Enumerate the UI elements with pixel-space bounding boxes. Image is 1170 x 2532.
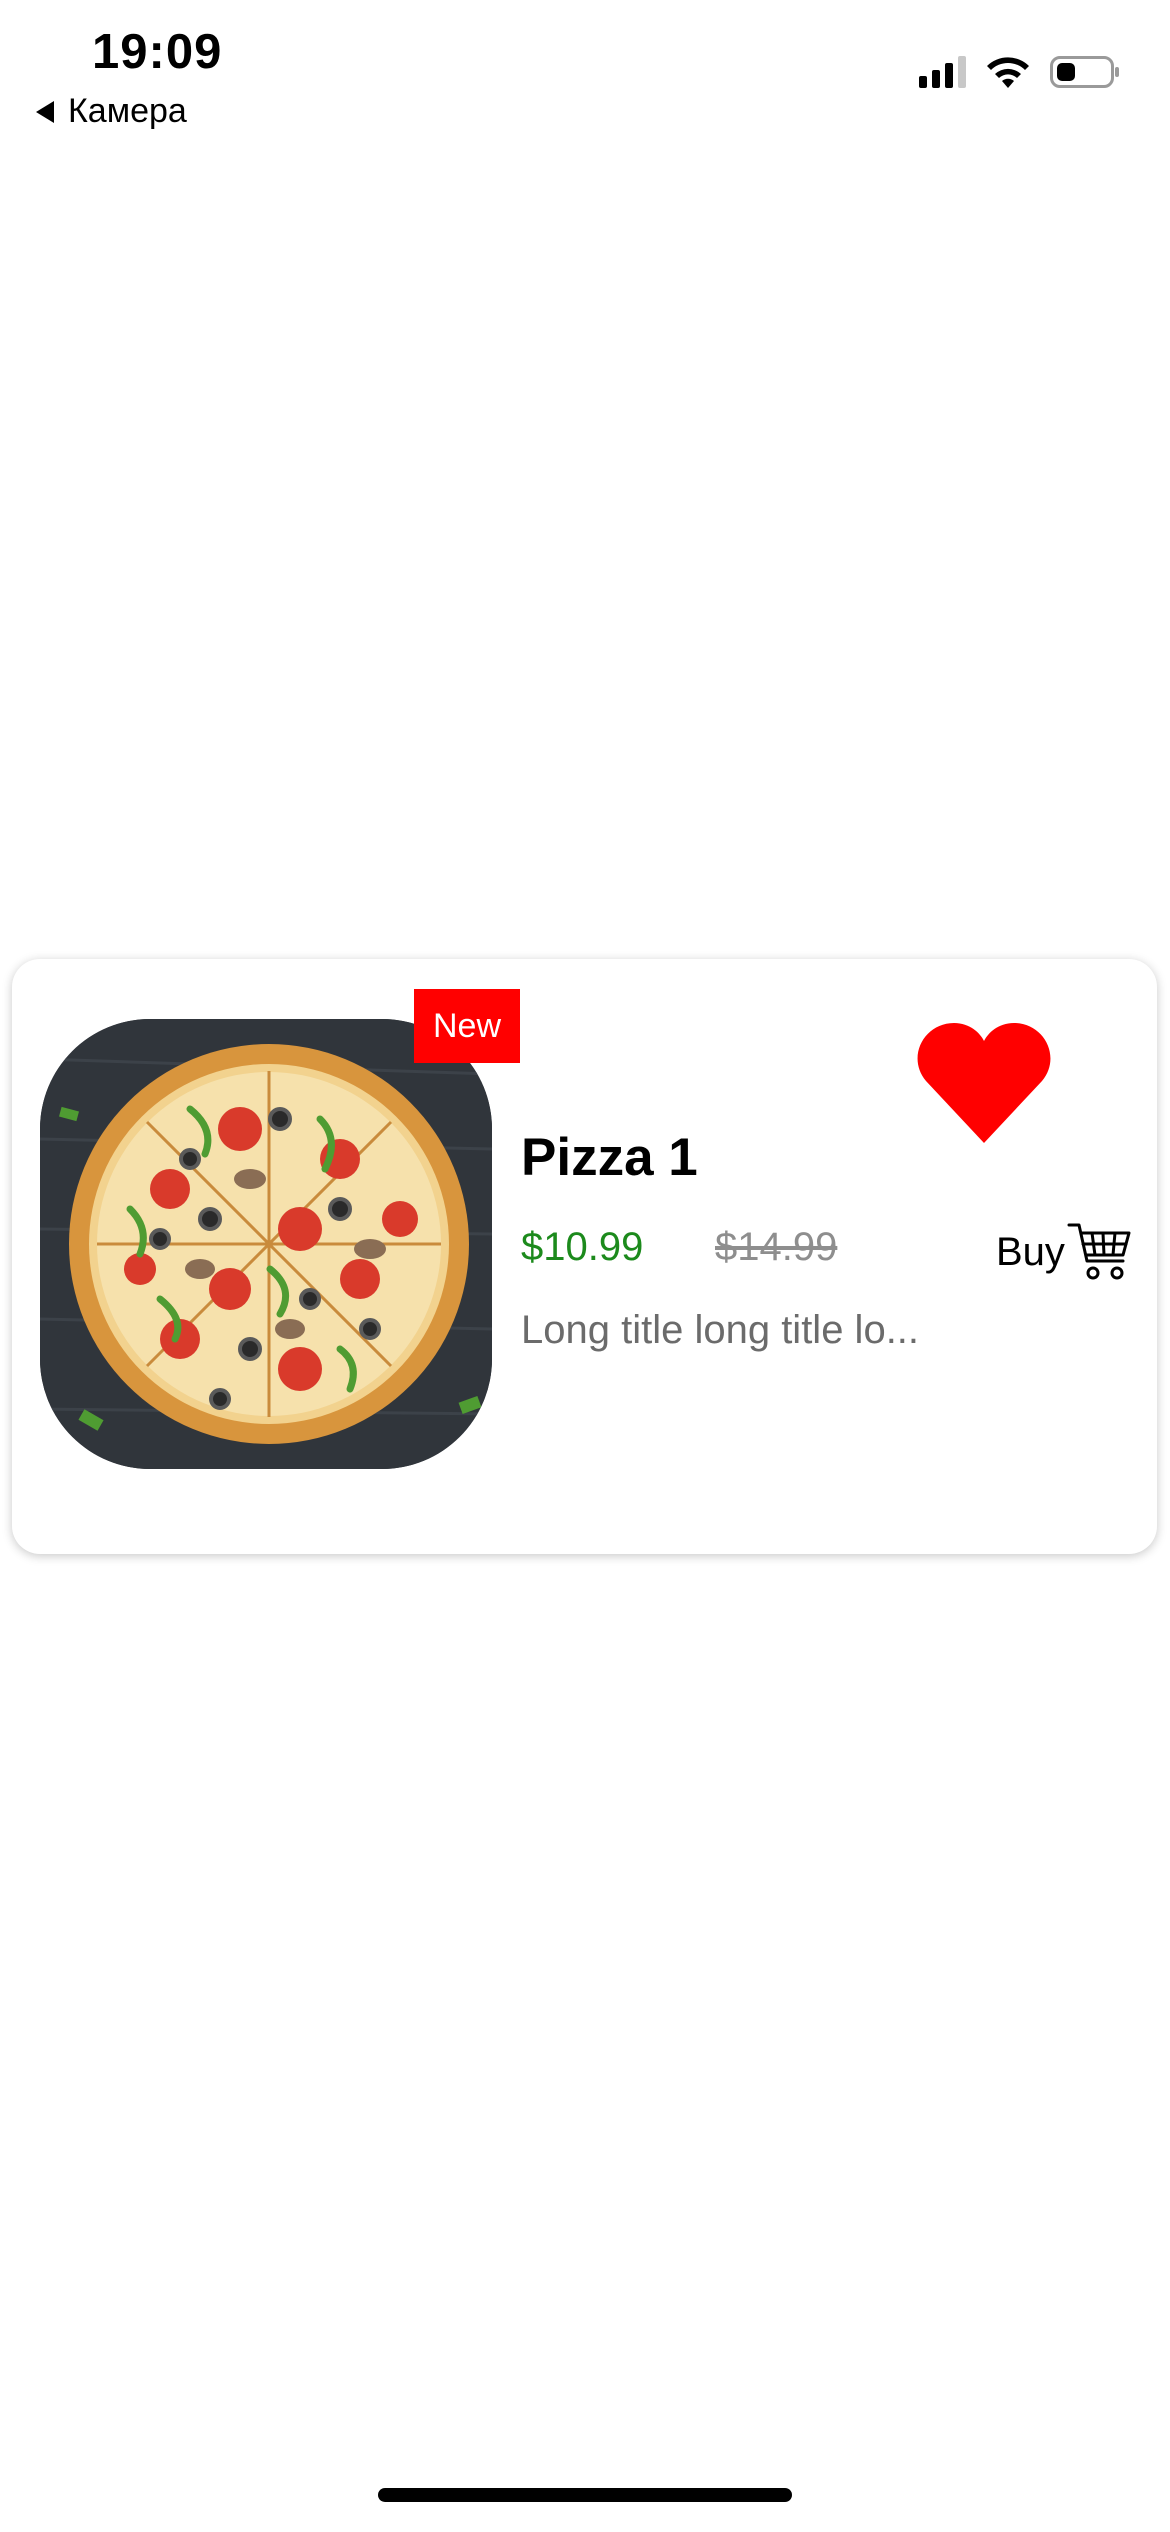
product-card[interactable]: New Pizza 1 $10.99 $14.99 Long title lon… xyxy=(12,959,1157,1554)
back-to-camera-link[interactable]: Камера xyxy=(36,92,187,131)
buy-label: Buy xyxy=(996,1229,1065,1274)
battery-level xyxy=(1057,63,1076,81)
current-price: $10.99 xyxy=(521,1225,644,1269)
cellular-signal-icon xyxy=(919,56,966,88)
product-title: Pizza 1 xyxy=(521,1128,698,1187)
status-time: 19:09 xyxy=(92,25,223,79)
back-arrow-icon xyxy=(36,100,54,123)
pizza-image xyxy=(40,1019,492,1469)
new-badge: New xyxy=(414,989,520,1063)
heart-icon[interactable] xyxy=(916,1019,1052,1147)
status-icons xyxy=(919,54,1119,90)
battery-icon xyxy=(1050,56,1119,88)
product-description: Long title long title lo... xyxy=(521,1308,920,1352)
old-price: $14.99 xyxy=(715,1225,838,1269)
buy-button[interactable]: Buy xyxy=(996,1221,1133,1283)
home-indicator[interactable] xyxy=(378,2488,792,2502)
back-link-label: Камера xyxy=(68,92,187,130)
shopping-cart-icon xyxy=(1067,1223,1131,1280)
wifi-icon xyxy=(987,57,1029,88)
